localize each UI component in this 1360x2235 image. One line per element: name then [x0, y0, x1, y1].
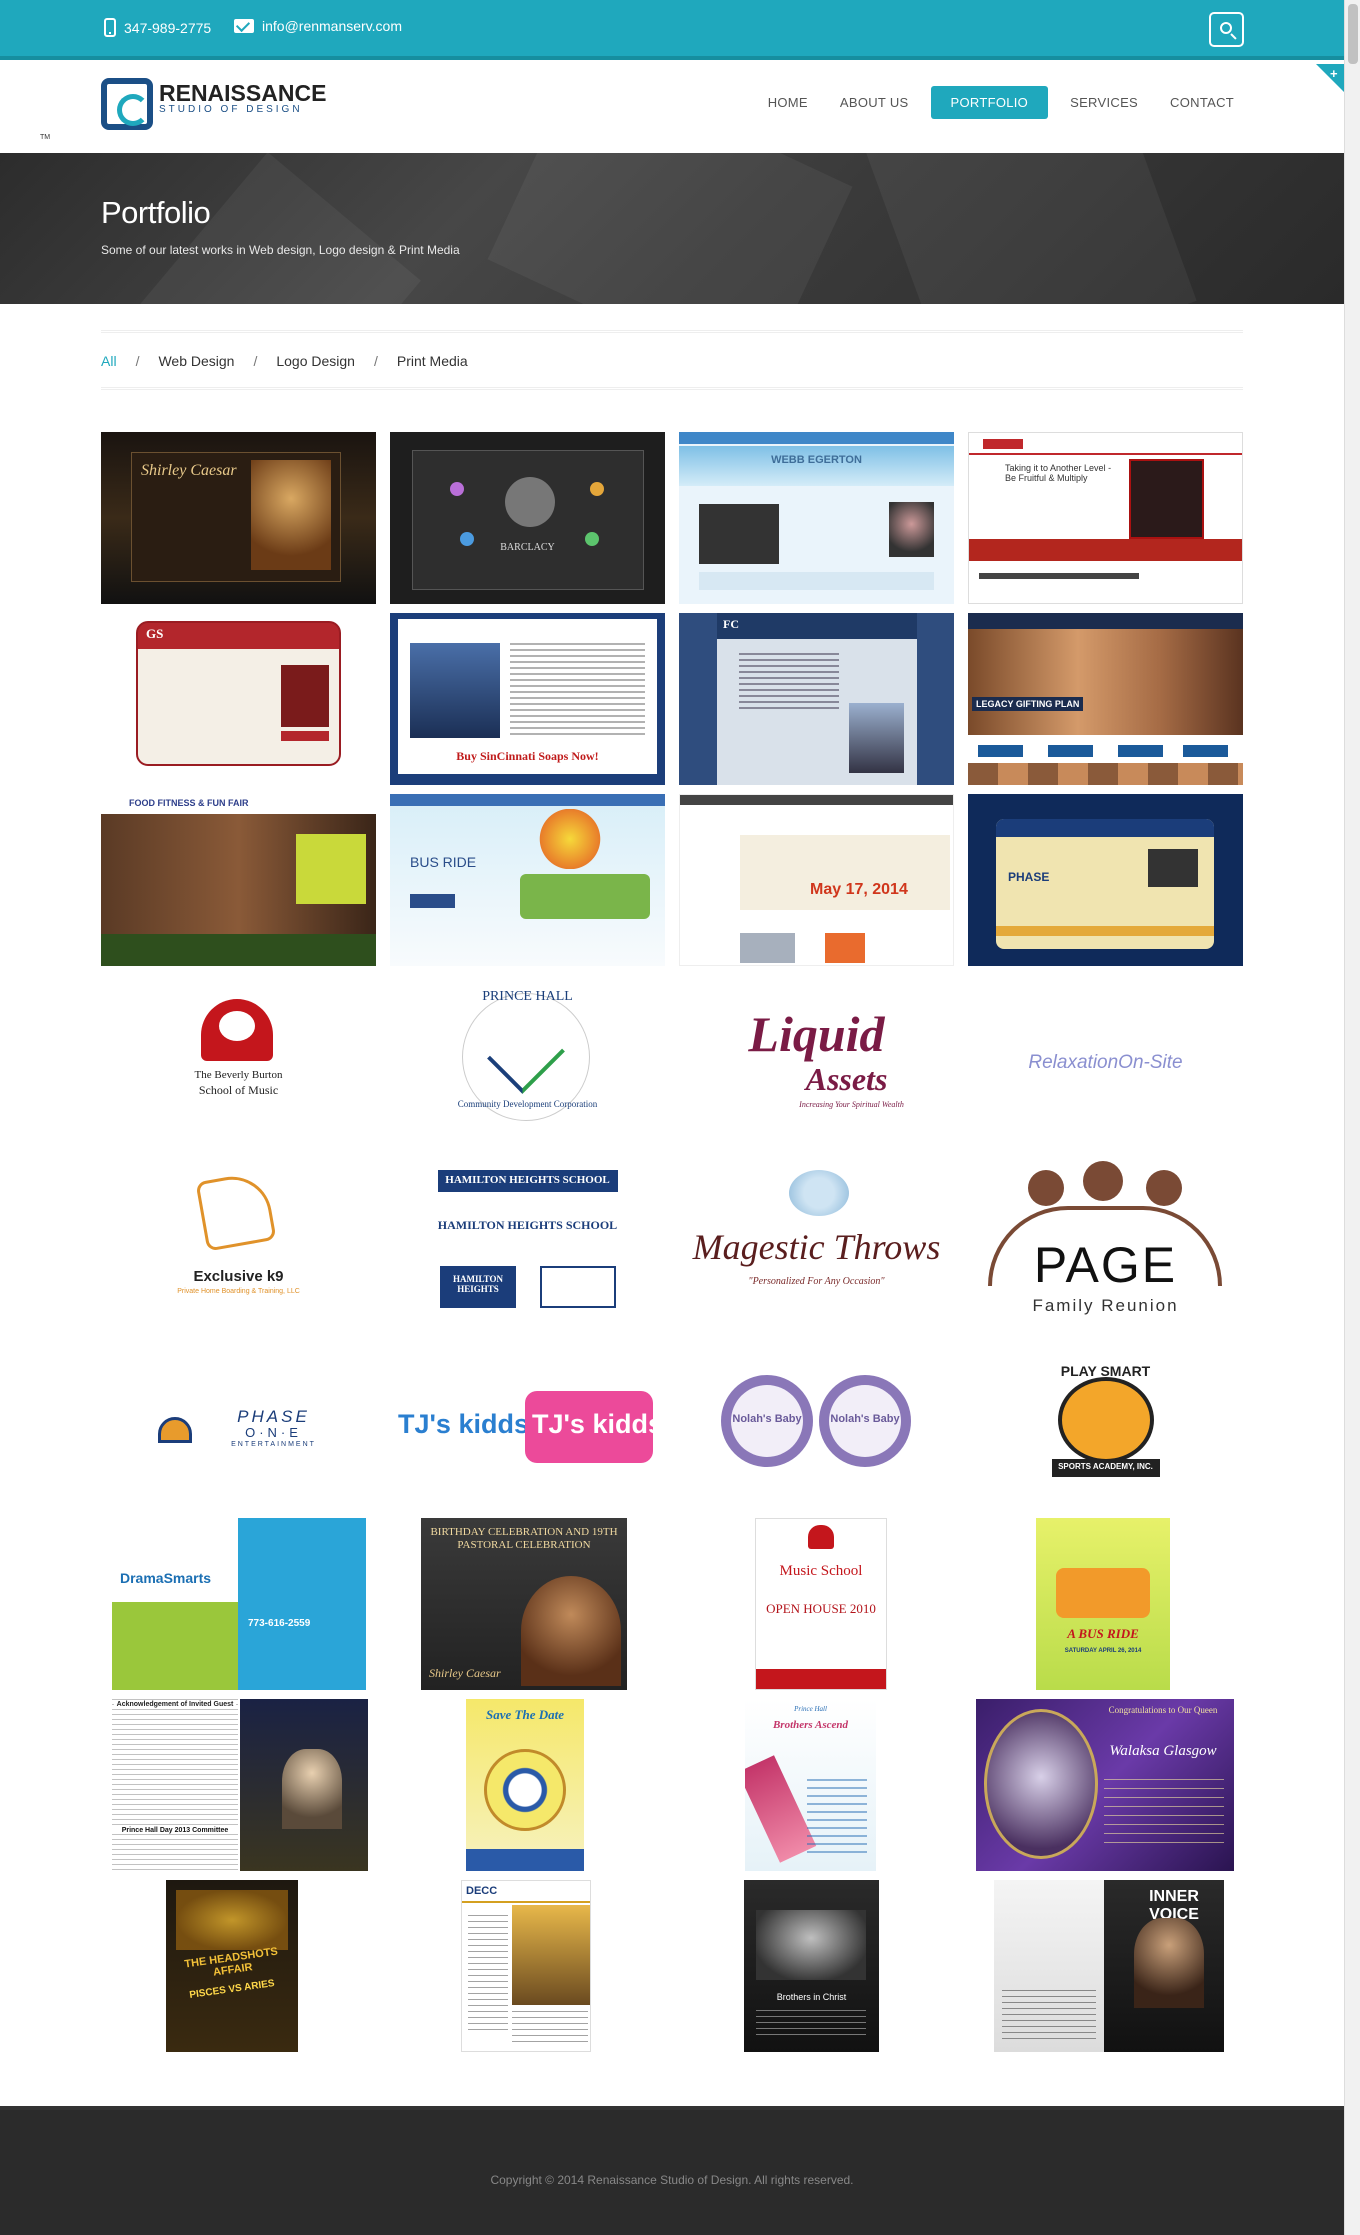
portfolio-item-logo[interactable]: RelaxationOn-Site — [968, 975, 1243, 1147]
portfolio-item-logo[interactable]: PHASE O·N·E ENTERTAINMENT — [101, 1337, 376, 1509]
plus-icon[interactable]: + — [1330, 66, 1338, 81]
phone-contact[interactable]: 347-989-2775 — [104, 18, 211, 37]
portfolio-item-logo[interactable]: Exclusive k9 Private Home Boarding & Tra… — [101, 1156, 376, 1328]
portfolio-item-logo[interactable]: The Beverly Burton School of Music — [101, 975, 376, 1147]
portfolio-item-web[interactable]: FC — [679, 613, 954, 785]
portfolio-item-logo[interactable]: Nolah's Baby Nolah's Baby — [679, 1337, 954, 1509]
nav-services[interactable]: SERVICES — [1060, 86, 1148, 119]
portfolio-item-print[interactable]: Brothers in Christ — [744, 1880, 879, 2052]
brand-name: RENAISSANCE — [159, 80, 327, 106]
nav-about-us[interactable]: ABOUT US — [830, 86, 919, 119]
nav-home[interactable]: HOME — [758, 86, 818, 119]
page-title: Portfolio — [101, 195, 211, 230]
portfolio-item-logo[interactable]: PAGE Family Reunion — [968, 1156, 1243, 1328]
portfolio-item-web[interactable]: LEGACY GIFTING PLAN — [968, 613, 1243, 785]
email-contact[interactable]: info@renmanserv.com — [234, 18, 402, 34]
portfolio-item-web[interactable]: PHASE — [968, 794, 1243, 966]
portfolio-item-web[interactable]: WEBB EGERTON — [679, 432, 954, 604]
portfolio-item-print[interactable]: DramaSmarts 773-616-2559 — [112, 1518, 366, 1690]
scrollbar[interactable] — [1344, 0, 1360, 2235]
portfolio-item-web[interactable]: Buy SinCinnati Soaps Now! — [390, 613, 665, 785]
portfolio-item-print[interactable]: DECC — [461, 1880, 591, 2052]
site-header: RENAISSANCE STUDIO OF DESIGN TM HOME ABO… — [0, 64, 1344, 153]
portfolio-item-logo[interactable]: PRINCE HALL Community Development Corpor… — [390, 975, 665, 1147]
portfolio-item-print[interactable]: Prince Hall Brothers Ascend — [745, 1699, 876, 1871]
portfolio-item-print[interactable]: Save The Date — [466, 1699, 584, 1871]
main-nav: HOME ABOUT US PORTFOLIO SERVICES CONTACT — [758, 86, 1244, 119]
portfolio-item-print[interactable]: BIRTHDAY CELEBRATION AND 19TH PASTORAL C… — [421, 1518, 627, 1690]
email-address[interactable]: info@renmanserv.com — [262, 18, 402, 34]
portfolio-item-print[interactable]: A BUS RIDE SATURDAY APRIL 26, 2014 — [1036, 1518, 1170, 1690]
logo-mark-icon — [101, 78, 153, 130]
nav-portfolio[interactable]: PORTFOLIO — [930, 86, 1049, 119]
portfolio-item-logo[interactable]: TJ's kidds TJ's kidds — [390, 1337, 665, 1509]
page-banner: Portfolio Some of our latest works in We… — [0, 153, 1344, 304]
portfolio-item-print[interactable]: Music School OPEN HOUSE 2010 — [755, 1518, 887, 1690]
scrollbar-thumb[interactable] — [1348, 4, 1358, 64]
phone-icon — [104, 18, 116, 37]
top-bar: 347-989-2775 info@renmanserv.com — [0, 0, 1344, 60]
copyright: Copyright © 2014 Renaissance Studio of D… — [490, 2173, 854, 2187]
filter-all[interactable]: All — [101, 353, 117, 369]
portfolio-item-web[interactable]: Taking it to Another Level - Be Fruitful… — [968, 432, 1243, 604]
portfolio-item-print[interactable]: THE HEADSHOTS AFFAIR PISCES VS ARIES — [166, 1880, 298, 2052]
portfolio-item-print[interactable]: INNER VOICE — [994, 1880, 1224, 2052]
search-button[interactable] — [1209, 12, 1244, 47]
filter-print-media[interactable]: Print Media — [397, 353, 468, 369]
portfolio-item-web[interactable]: GS — [101, 613, 376, 785]
search-icon — [1220, 22, 1232, 34]
portfolio-item-web[interactable]: BARCLACY — [390, 432, 665, 604]
site-footer: Copyright © 2014 Renaissance Studio of D… — [0, 2106, 1344, 2235]
brand-tagline: STUDIO OF DESIGN — [159, 104, 303, 115]
portfolio-item-web[interactable]: BUS RIDE — [390, 794, 665, 966]
site-logo[interactable]: RENAISSANCE STUDIO OF DESIGN — [101, 78, 326, 130]
mail-icon — [234, 19, 254, 33]
portfolio-item-logo[interactable]: PLAY SMART SPORTS ACADEMY, INC. — [968, 1337, 1243, 1509]
page-subtitle: Some of our latest works in Web design, … — [101, 243, 460, 257]
filter-logo-design[interactable]: Logo Design — [276, 353, 355, 369]
portfolio-item-print[interactable]: Acknowledgement of Invited Guest Prince … — [112, 1699, 368, 1871]
portfolio-item-logo[interactable]: Liquid Assets Increasing Your Spiritual … — [679, 975, 954, 1147]
nav-contact[interactable]: CONTACT — [1160, 86, 1244, 119]
portfolio-item-web[interactable]: May 17, 2014 — [679, 794, 954, 966]
portfolio-item-print[interactable]: Congratulations to Our Queen Walaksa Gla… — [976, 1699, 1234, 1871]
portfolio-filter: All / Web Design / Logo Design / Print M… — [101, 330, 1243, 390]
portfolio-item-logo[interactable]: HAMILTON HEIGHTS SCHOOL HAMILTON HEIGHTS… — [390, 1156, 665, 1328]
trademark: TM — [40, 134, 51, 141]
portfolio-item-logo[interactable]: Magestic Throws "Personalized For Any Oc… — [679, 1156, 954, 1328]
phone-number[interactable]: 347-989-2775 — [124, 20, 211, 36]
portfolio-item-web[interactable]: Shirley Caesar — [101, 432, 376, 604]
portfolio-item-web[interactable]: FOOD FITNESS & FUN FAIR — [101, 794, 376, 966]
filter-web-design[interactable]: Web Design — [158, 353, 234, 369]
